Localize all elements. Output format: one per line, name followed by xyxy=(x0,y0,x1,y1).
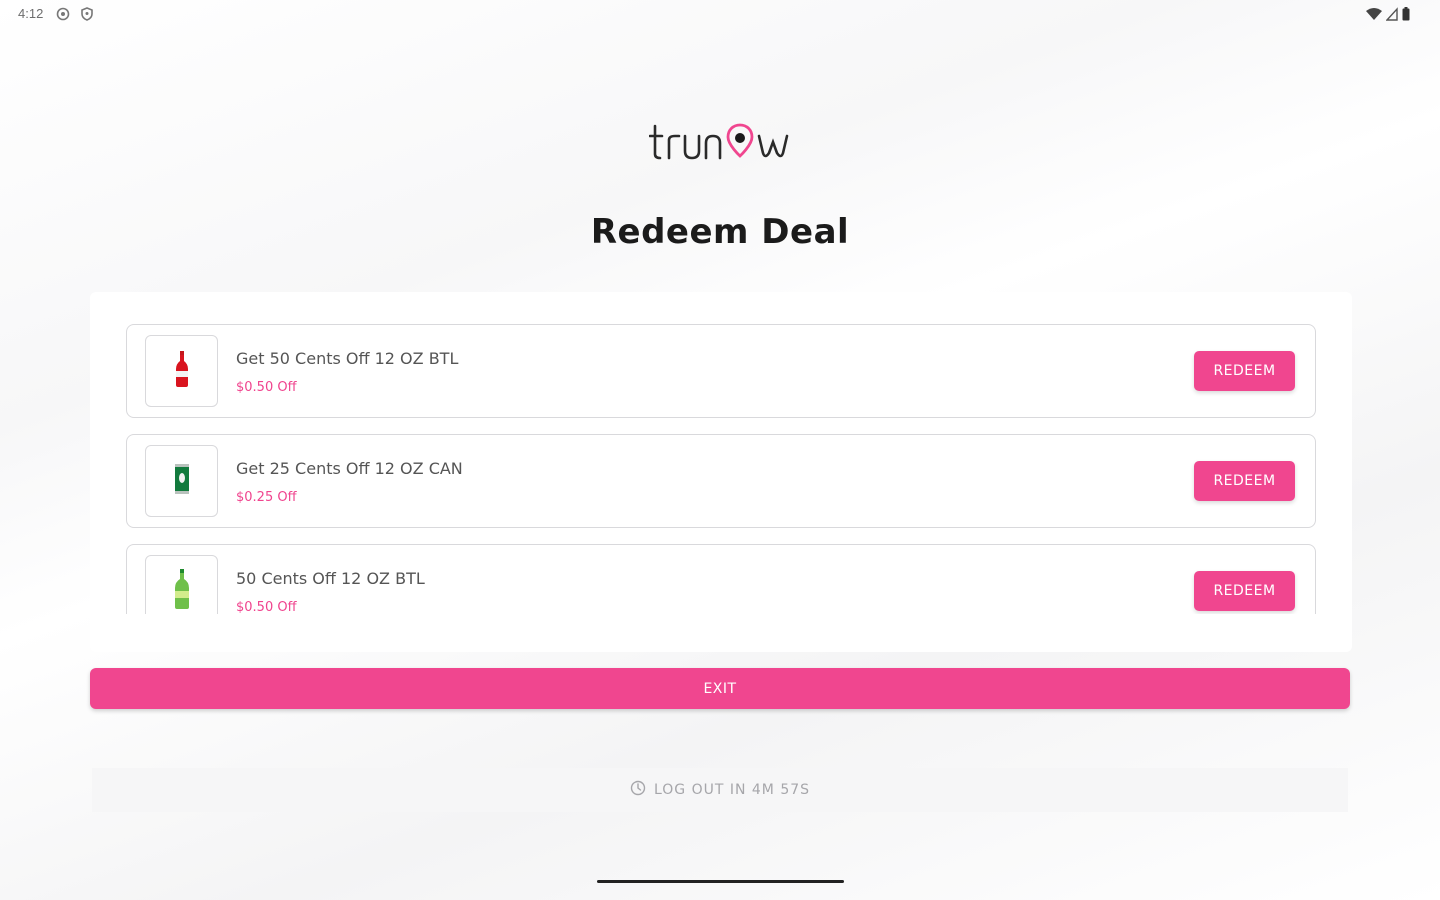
settings-icon xyxy=(56,6,70,25)
green-soda-bottle-icon xyxy=(174,569,190,613)
navigation-handle[interactable] xyxy=(597,880,844,883)
battery-icon xyxy=(1402,6,1410,25)
deal-title: 50 Cents Off 12 OZ BTL xyxy=(236,569,425,588)
brand-logo xyxy=(0,118,1440,168)
status-time: 4:12 xyxy=(18,6,44,21)
product-thumbnail xyxy=(145,445,218,517)
green-soda-can-icon xyxy=(174,463,190,499)
red-soda-bottle-icon xyxy=(175,351,189,391)
redeem-button[interactable]: REDEEM xyxy=(1194,461,1295,501)
deal-title: Get 50 Cents Off 12 OZ BTL xyxy=(236,349,459,368)
deal-card: 50 Cents Off 12 OZ BTL $0.50 Off REDEEM xyxy=(126,544,1316,614)
clock-icon xyxy=(630,780,646,800)
redeem-button[interactable]: REDEEM xyxy=(1194,571,1295,611)
trunow-logo-icon xyxy=(649,123,789,160)
signal-icon xyxy=(1385,6,1398,25)
deal-panel: Get 50 Cents Off 12 OZ BTL $0.50 Off RED… xyxy=(90,292,1352,652)
deal-discount: $0.50 Off xyxy=(236,380,297,395)
deal-title: Get 25 Cents Off 12 OZ CAN xyxy=(236,459,463,478)
deal-card: Get 25 Cents Off 12 OZ CAN $0.25 Off RED… xyxy=(126,434,1316,528)
deal-discount: $0.25 Off xyxy=(236,490,297,505)
wifi-icon xyxy=(1366,6,1382,25)
product-thumbnail xyxy=(145,555,218,614)
deal-card: Get 50 Cents Off 12 OZ BTL $0.50 Off RED… xyxy=(126,324,1316,418)
product-thumbnail xyxy=(145,335,218,407)
status-left-icons xyxy=(56,6,94,25)
redeem-button[interactable]: REDEEM xyxy=(1194,351,1295,391)
exit-button[interactable]: EXIT xyxy=(90,668,1350,709)
deal-discount: $0.50 Off xyxy=(236,600,297,614)
shield-icon xyxy=(80,6,94,25)
deal-list[interactable]: Get 50 Cents Off 12 OZ BTL $0.50 Off RED… xyxy=(126,324,1316,614)
logout-countdown: LOG OUT IN 4M 57S xyxy=(92,768,1348,812)
page-title: Redeem Deal xyxy=(590,212,850,252)
status-bar: 4:12 xyxy=(0,0,1440,28)
status-right-icons xyxy=(1366,6,1410,25)
logout-countdown-text: LOG OUT IN 4M 57S xyxy=(653,782,811,798)
